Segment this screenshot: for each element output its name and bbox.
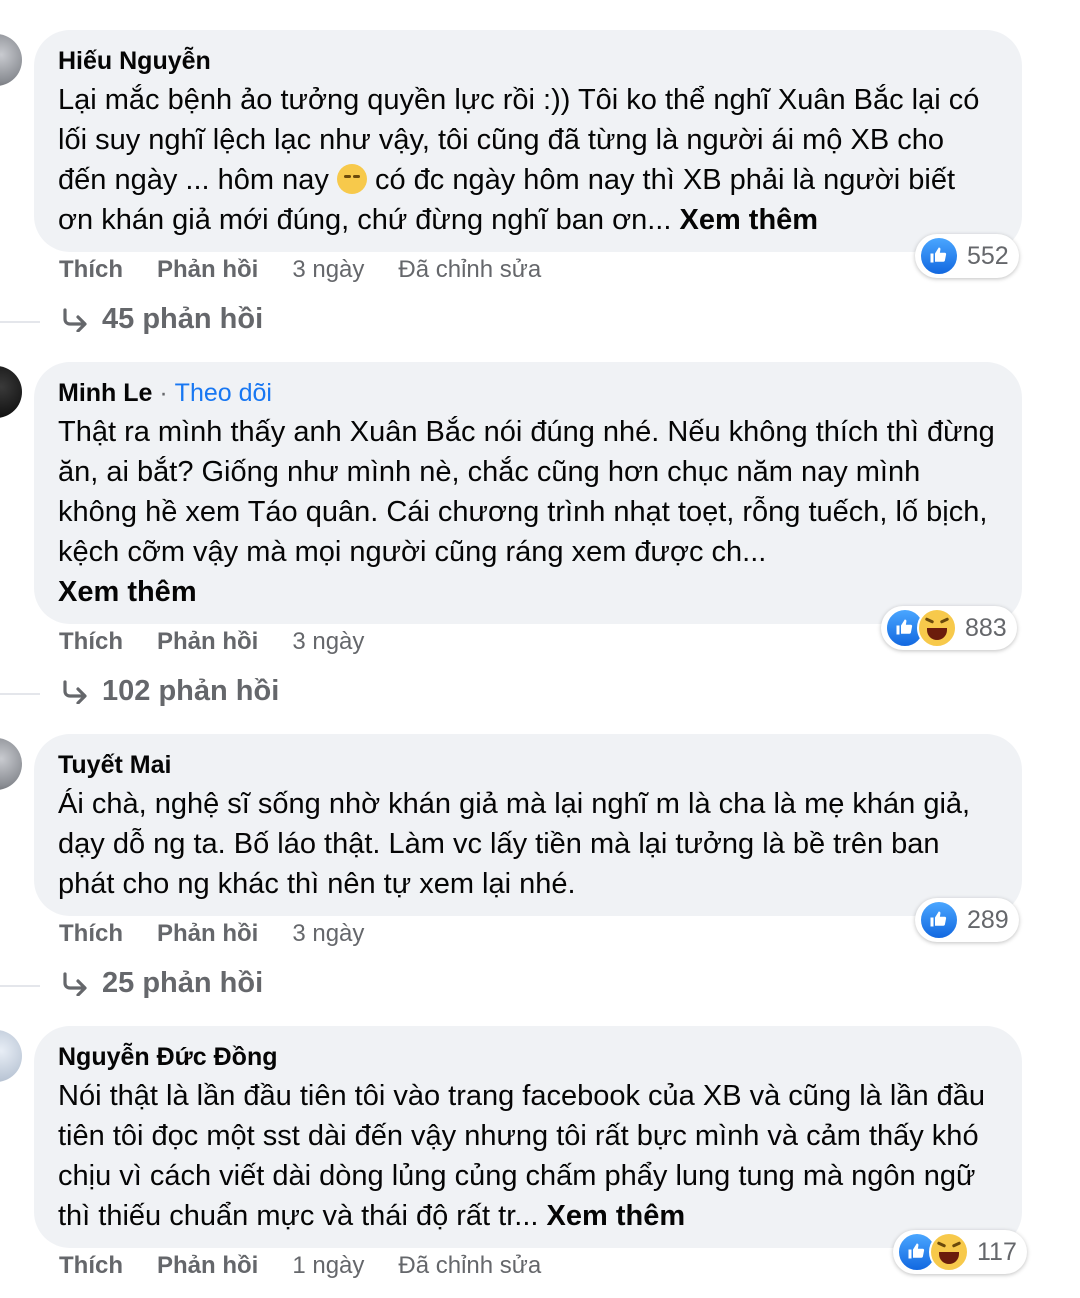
reply-button[interactable]: Phản hồi bbox=[157, 256, 258, 284]
comment-text: Lại mắc bệnh ảo tưởng quyền lực rồi :)) … bbox=[58, 84, 980, 236]
avatar[interactable] bbox=[0, 738, 22, 790]
like-icon bbox=[919, 236, 959, 276]
reaction-count: 552 bbox=[967, 241, 1009, 270]
reaction-count: 883 bbox=[965, 613, 1007, 642]
avatar[interactable] bbox=[0, 1030, 22, 1082]
reaction-count: 117 bbox=[977, 1237, 1017, 1266]
comment-author[interactable]: Tuyết Mai bbox=[58, 748, 998, 782]
like-button[interactable]: Thích bbox=[59, 920, 123, 948]
see-more-link[interactable]: Xem thêm bbox=[58, 576, 197, 608]
comment-timestamp[interactable]: 3 ngày bbox=[292, 256, 364, 284]
reply-arrow-icon bbox=[63, 971, 87, 996]
reply-button[interactable]: Phản hồi bbox=[157, 628, 258, 656]
view-replies-link[interactable]: 102 phản hồi bbox=[62, 675, 279, 708]
comment-author: Minh Le · Theo dõi bbox=[58, 379, 272, 407]
comment-actions: Thích Phản hồi 3 ngày Đã chỉnh sửa bbox=[59, 256, 575, 284]
previous-comment-fragment bbox=[80, 0, 260, 2]
comment-author[interactable]: Hiếu Nguyễn bbox=[58, 44, 998, 78]
haha-icon bbox=[917, 608, 957, 648]
comment-bubble: Nguyễn Đức Đồng Nói thật là lần đầu tiên… bbox=[34, 1026, 1022, 1248]
reply-button[interactable]: Phản hồi bbox=[157, 1252, 258, 1280]
comment-timestamp[interactable]: 3 ngày bbox=[292, 920, 364, 948]
comment-actions: Thích Phản hồi 3 ngày bbox=[59, 920, 398, 948]
see-more-link[interactable]: Xem thêm bbox=[547, 1200, 686, 1232]
comment-text: Thật ra mình thấy anh Xuân Bắc nói đúng … bbox=[58, 416, 995, 608]
see-more-link[interactable]: Xem thêm bbox=[679, 204, 818, 236]
thread-line bbox=[0, 693, 40, 695]
comment-timestamp[interactable]: 1 ngày bbox=[292, 1252, 364, 1280]
thread-line bbox=[0, 985, 40, 987]
follow-link[interactable]: Theo dõi bbox=[175, 379, 272, 407]
comment-text: Ái chà, nghệ sĩ sống nhờ khán giả mà lại… bbox=[58, 788, 971, 900]
pensive-face-emoji-icon bbox=[336, 164, 367, 194]
like-button[interactable]: Thích bbox=[59, 628, 123, 656]
view-replies-link[interactable]: 45 phản hồi bbox=[62, 303, 263, 336]
avatar[interactable] bbox=[0, 366, 22, 418]
reaction-summary[interactable]: 552 bbox=[915, 234, 1019, 278]
like-button[interactable]: Thích bbox=[59, 256, 123, 284]
reply-arrow-icon bbox=[63, 679, 87, 704]
haha-icon bbox=[929, 1232, 969, 1272]
view-replies-link[interactable]: 25 phản hồi bbox=[62, 967, 263, 1000]
comment-bubble: Tuyết Mai Ái chà, nghệ sĩ sống nhờ khán … bbox=[34, 734, 1022, 916]
comment-actions: Thích Phản hồi 3 ngày bbox=[59, 628, 398, 656]
edited-label[interactable]: Đã chỉnh sửa bbox=[398, 1252, 541, 1280]
comment-timestamp[interactable]: 3 ngày bbox=[292, 628, 364, 656]
edited-label[interactable]: Đã chỉnh sửa bbox=[398, 256, 541, 284]
thread-line bbox=[0, 321, 40, 323]
reaction-count: 289 bbox=[967, 905, 1009, 934]
avatar[interactable] bbox=[0, 34, 22, 86]
like-button[interactable]: Thích bbox=[59, 1252, 123, 1280]
reaction-summary[interactable]: 883 bbox=[881, 606, 1017, 650]
comment-actions: Thích Phản hồi 1 ngày Đã chỉnh sửa bbox=[59, 1252, 575, 1280]
reaction-summary[interactable]: 289 bbox=[915, 898, 1019, 942]
comment-author[interactable]: Nguyễn Đức Đồng bbox=[58, 1040, 998, 1074]
comment-text: Nói thật là lần đầu tiên tôi vào trang f… bbox=[58, 1080, 986, 1232]
comment-bubble: Minh Le · Theo dõi Thật ra mình thấy anh… bbox=[34, 362, 1022, 624]
like-icon bbox=[919, 900, 959, 940]
reply-button[interactable]: Phản hồi bbox=[157, 920, 258, 948]
reaction-summary[interactable]: 117 bbox=[893, 1230, 1027, 1274]
comment-bubble: Hiếu Nguyễn Lại mắc bệnh ảo tưởng quyền … bbox=[34, 30, 1022, 252]
reply-arrow-icon bbox=[63, 307, 87, 332]
